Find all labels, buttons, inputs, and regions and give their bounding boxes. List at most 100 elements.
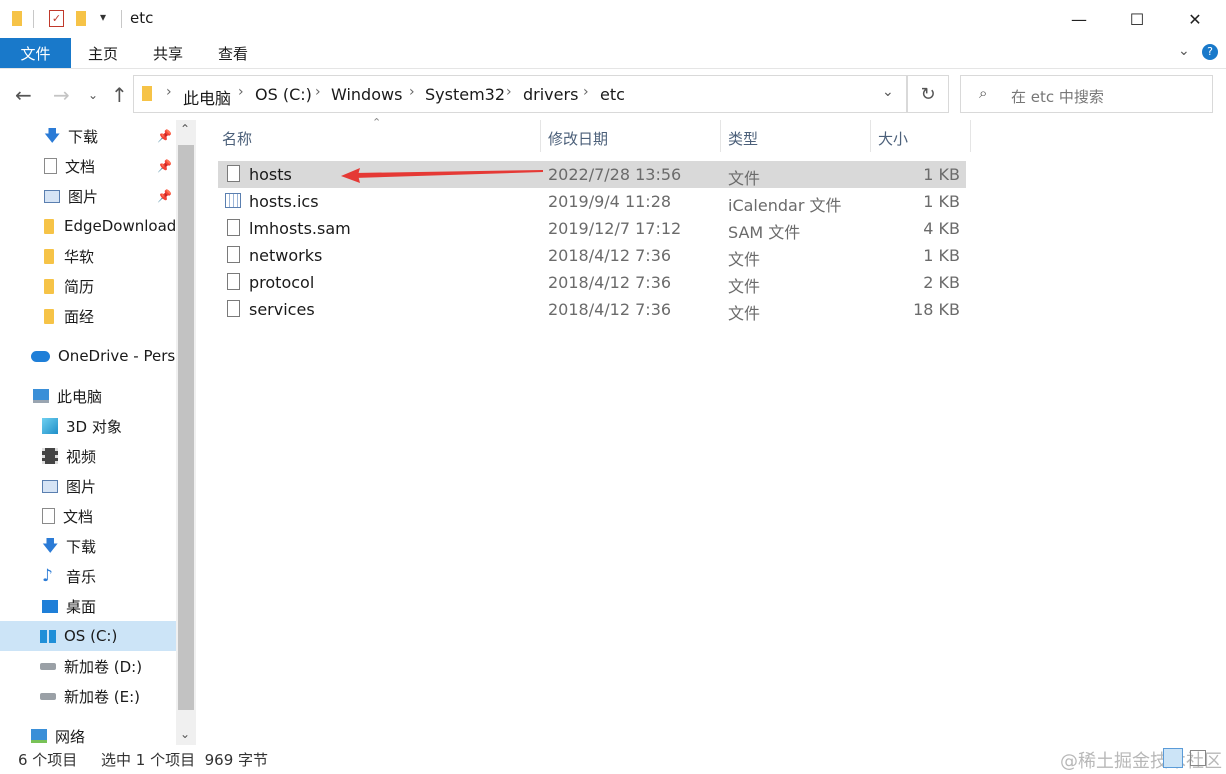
nav-label: 视频: [66, 447, 97, 466]
maximize-button[interactable]: ☐: [1108, 0, 1166, 38]
window-title: etc: [130, 9, 154, 27]
crumb-os-c[interactable]: OS (C:): [255, 85, 312, 104]
crumb-drivers[interactable]: drivers: [523, 85, 578, 104]
file-type: 文件: [728, 169, 761, 188]
nav-item-edgedownload[interactable]: EdgeDownload: [0, 211, 176, 241]
annotation-arrow: [341, 168, 543, 183]
chevron-right-icon[interactable]: ›: [409, 84, 415, 100]
tab-home[interactable]: 主页: [88, 38, 118, 68]
help-icon[interactable]: ?: [1202, 44, 1218, 60]
table-row[interactable]: hosts.ics 2019/9/4 11:28 iCalendar 文件 1 …: [218, 188, 966, 215]
column-header-size[interactable]: 大小: [878, 128, 908, 149]
tab-file[interactable]: 文件: [0, 38, 71, 68]
nav-label: 简历: [64, 277, 95, 296]
file-date: 2019/9/4 11:28: [548, 192, 672, 211]
nav-item-videos[interactable]: 视频: [0, 441, 176, 471]
address-dropdown-icon[interactable]: ⌄: [882, 84, 894, 100]
minimize-button[interactable]: —: [1050, 0, 1108, 38]
customize-qat-icon[interactable]: ▾: [100, 10, 106, 24]
table-row[interactable]: networks 2018/4/12 7:36 文件 1 KB: [218, 242, 966, 269]
nav-item-pictures-pc[interactable]: 图片: [0, 471, 176, 501]
windows-drive-icon: [40, 629, 56, 643]
navigation-pane: 🡇 下载 📌 文档 📌 图片 📌 EdgeDownload 华软 简历 面经 O…: [0, 120, 176, 746]
chevron-right-icon[interactable]: ›: [506, 84, 512, 100]
new-folder-icon[interactable]: [76, 11, 86, 26]
details-view-icon[interactable]: [1163, 748, 1183, 768]
nav-item-pictures[interactable]: 图片 📌: [0, 181, 176, 211]
nav-item-onedrive[interactable]: OneDrive - Perso: [0, 341, 176, 371]
nav-item-this-pc[interactable]: 此电脑: [0, 381, 176, 411]
nav-item-drive-e[interactable]: 新加卷 (E:): [0, 681, 176, 711]
large-icons-view-icon[interactable]: [1190, 750, 1206, 766]
nav-item-downloads[interactable]: 🡇 下载 📌: [0, 121, 176, 151]
up-button[interactable]: ↑: [111, 83, 128, 107]
nav-label: 桌面: [66, 597, 97, 616]
nav-item-documents-pc[interactable]: 文档: [0, 501, 176, 531]
drive-icon: [40, 692, 56, 700]
search-box[interactable]: ⌕ 在 etc 中搜索: [960, 75, 1213, 113]
file-icon: [227, 165, 240, 182]
pin-icon[interactable]: 📌: [157, 189, 172, 203]
nav-item-downloads-pc[interactable]: 🡇 下载: [0, 531, 176, 561]
refresh-button[interactable]: ↻: [907, 75, 949, 113]
column-header-type[interactable]: 类型: [728, 128, 758, 149]
pin-icon[interactable]: 📌: [157, 129, 172, 143]
search-placeholder: 在 etc 中搜索: [1011, 88, 1104, 106]
nav-item-music[interactable]: ♪ 音乐: [0, 561, 176, 591]
nav-item-huaruan[interactable]: 华软: [0, 241, 176, 271]
file-size: 2 KB: [923, 273, 960, 292]
chevron-right-icon[interactable]: ›: [583, 84, 589, 100]
file-icon: [227, 300, 240, 317]
nav-label: 图片: [68, 187, 99, 206]
properties-icon[interactable]: ✓: [49, 10, 64, 27]
nav-item-network[interactable]: 网络: [0, 721, 176, 751]
column-header-name[interactable]: 名称: [222, 128, 252, 149]
cube-icon: [42, 418, 58, 434]
scroll-down-icon[interactable]: ⌄: [180, 727, 190, 741]
desktop-icon: [42, 599, 58, 613]
back-button[interactable]: ←: [15, 83, 32, 107]
nav-item-interview[interactable]: 面经: [0, 301, 176, 331]
table-row[interactable]: lmhosts.sam 2019/12/7 17:12 SAM 文件 4 KB: [218, 215, 966, 242]
nav-item-os-c[interactable]: OS (C:): [0, 621, 176, 651]
forward-button[interactable]: →: [53, 83, 70, 107]
column-header-date[interactable]: 修改日期: [548, 128, 608, 149]
folder-icon: [12, 11, 22, 26]
folder-icon: [142, 86, 152, 101]
nav-label: 此电脑: [57, 387, 103, 406]
nav-item-resume[interactable]: 简历: [0, 271, 176, 301]
crumb-system32[interactable]: System32: [425, 85, 505, 104]
nav-scroll-thumb[interactable]: [178, 145, 194, 710]
crumb-windows[interactable]: Windows: [331, 85, 402, 104]
nav-label: 下载: [68, 127, 99, 146]
tab-share[interactable]: 共享: [153, 38, 183, 68]
nav-label: 音乐: [66, 567, 97, 586]
file-size: 1 KB: [923, 192, 960, 211]
nav-item-drive-d[interactable]: 新加卷 (D:): [0, 651, 176, 681]
pin-icon[interactable]: 📌: [157, 159, 172, 173]
recent-locations-icon[interactable]: ⌄: [88, 88, 98, 102]
nav-item-3d-objects[interactable]: 3D 对象: [0, 411, 176, 441]
expand-ribbon-icon[interactable]: ⌄: [1178, 43, 1190, 59]
crumb-etc[interactable]: etc: [600, 85, 625, 104]
table-row[interactable]: protocol 2018/4/12 7:36 文件 2 KB: [218, 269, 966, 296]
tab-view[interactable]: 查看: [218, 38, 248, 68]
table-row[interactable]: hosts 2022/7/28 13:56 文件 1 KB: [218, 161, 966, 188]
file-name: networks: [249, 246, 323, 265]
nav-item-desktop[interactable]: 桌面: [0, 591, 176, 621]
nav-label: 文档: [65, 157, 96, 176]
table-row[interactable]: services 2018/4/12 7:36 文件 18 KB: [218, 296, 966, 323]
file-name: protocol: [249, 273, 315, 292]
chevron-right-icon[interactable]: ›: [238, 84, 244, 100]
crumb-this-pc[interactable]: 此电脑: [183, 85, 231, 109]
film-icon: [42, 448, 58, 464]
file-type: 文件: [728, 250, 761, 269]
scroll-up-icon[interactable]: ⌃: [180, 122, 190, 136]
file-date: 2022/7/28 13:56: [548, 165, 682, 184]
nav-label: 华软: [64, 247, 95, 266]
chevron-right-icon[interactable]: ›: [315, 84, 321, 100]
address-bar[interactable]: › 此电脑 › OS (C:) › Windows › System32 › d…: [133, 75, 907, 113]
chevron-right-icon[interactable]: ›: [166, 84, 172, 100]
close-button[interactable]: ✕: [1166, 0, 1224, 38]
nav-item-documents[interactable]: 文档 📌: [0, 151, 176, 181]
